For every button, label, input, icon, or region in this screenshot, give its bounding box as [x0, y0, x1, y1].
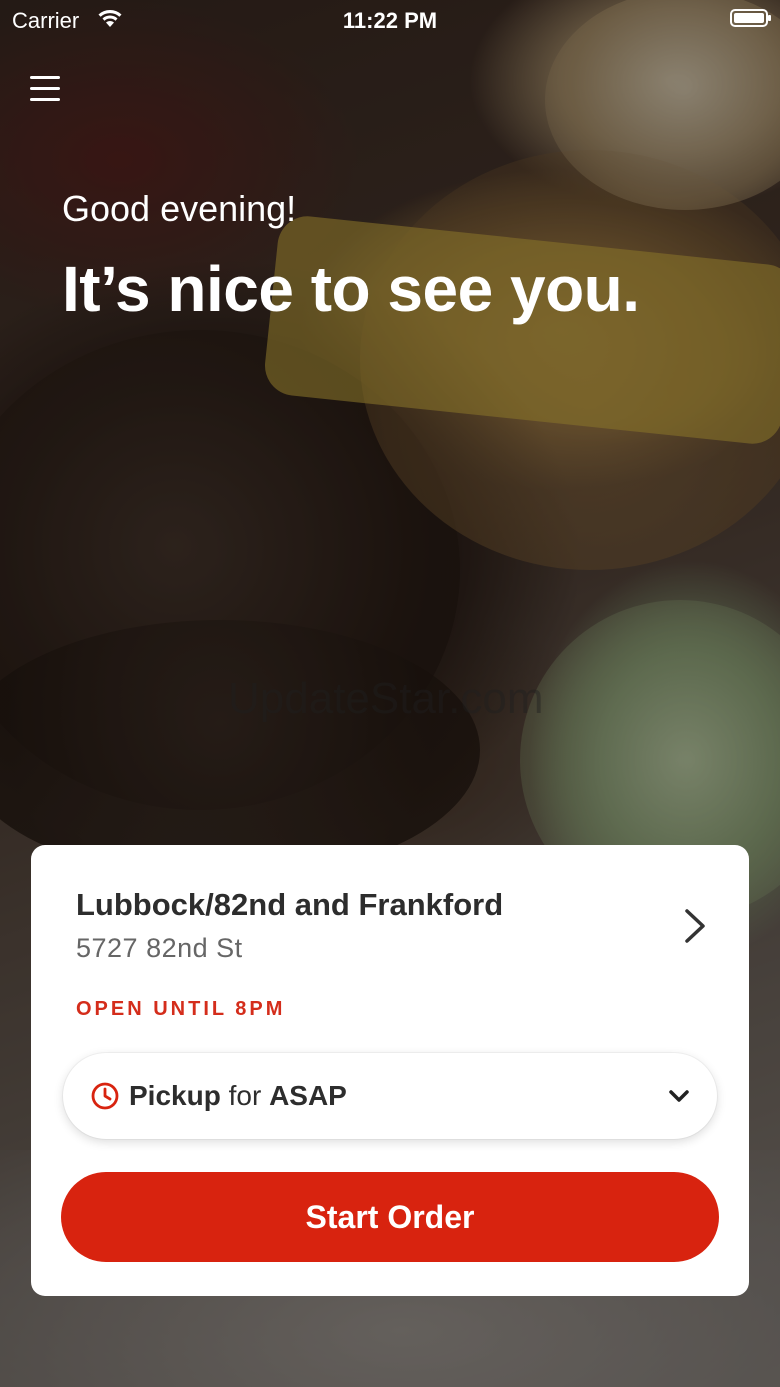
background-bun	[360, 150, 780, 570]
store-hours-label: OPEN UNTIL 8PM	[76, 998, 286, 1020]
status-time: 11:22 PM	[342, 8, 438, 33]
menu-icon	[30, 76, 60, 79]
status-bar: Carrier 11:22 PM	[0, 0, 780, 40]
background-cheese	[262, 213, 780, 447]
start-order-button[interactable]: Start Order	[61, 1172, 719, 1262]
clock-icon	[91, 1082, 119, 1110]
order-mode-text: Pickup for ASAP	[129, 1080, 347, 1112]
store-address: 5727 82nd St	[76, 933, 243, 963]
watermark: UpdateStar.com	[228, 674, 544, 723]
order-mode: Pickup	[129, 1080, 221, 1111]
background-patty-lower	[0, 620, 480, 880]
chevron-right-icon[interactable]	[679, 907, 709, 945]
greeting-text: Good evening!	[62, 188, 297, 229]
menu-button[interactable]	[28, 72, 62, 106]
store-name: Lubbock/82nd and Frankford	[76, 887, 504, 922]
headline-text: It’s nice to see you.	[62, 253, 640, 325]
background-patty	[0, 330, 460, 810]
battery-icon	[730, 9, 771, 27]
order-time: ASAP	[269, 1080, 347, 1111]
store-card: Lubbock/82nd and Frankford 5727 82nd St …	[31, 845, 749, 1296]
chevron-down-icon	[669, 1090, 689, 1102]
order-mode-connector: for	[228, 1080, 262, 1111]
order-mode-selector[interactable]: Pickup for ASAP	[63, 1053, 717, 1139]
